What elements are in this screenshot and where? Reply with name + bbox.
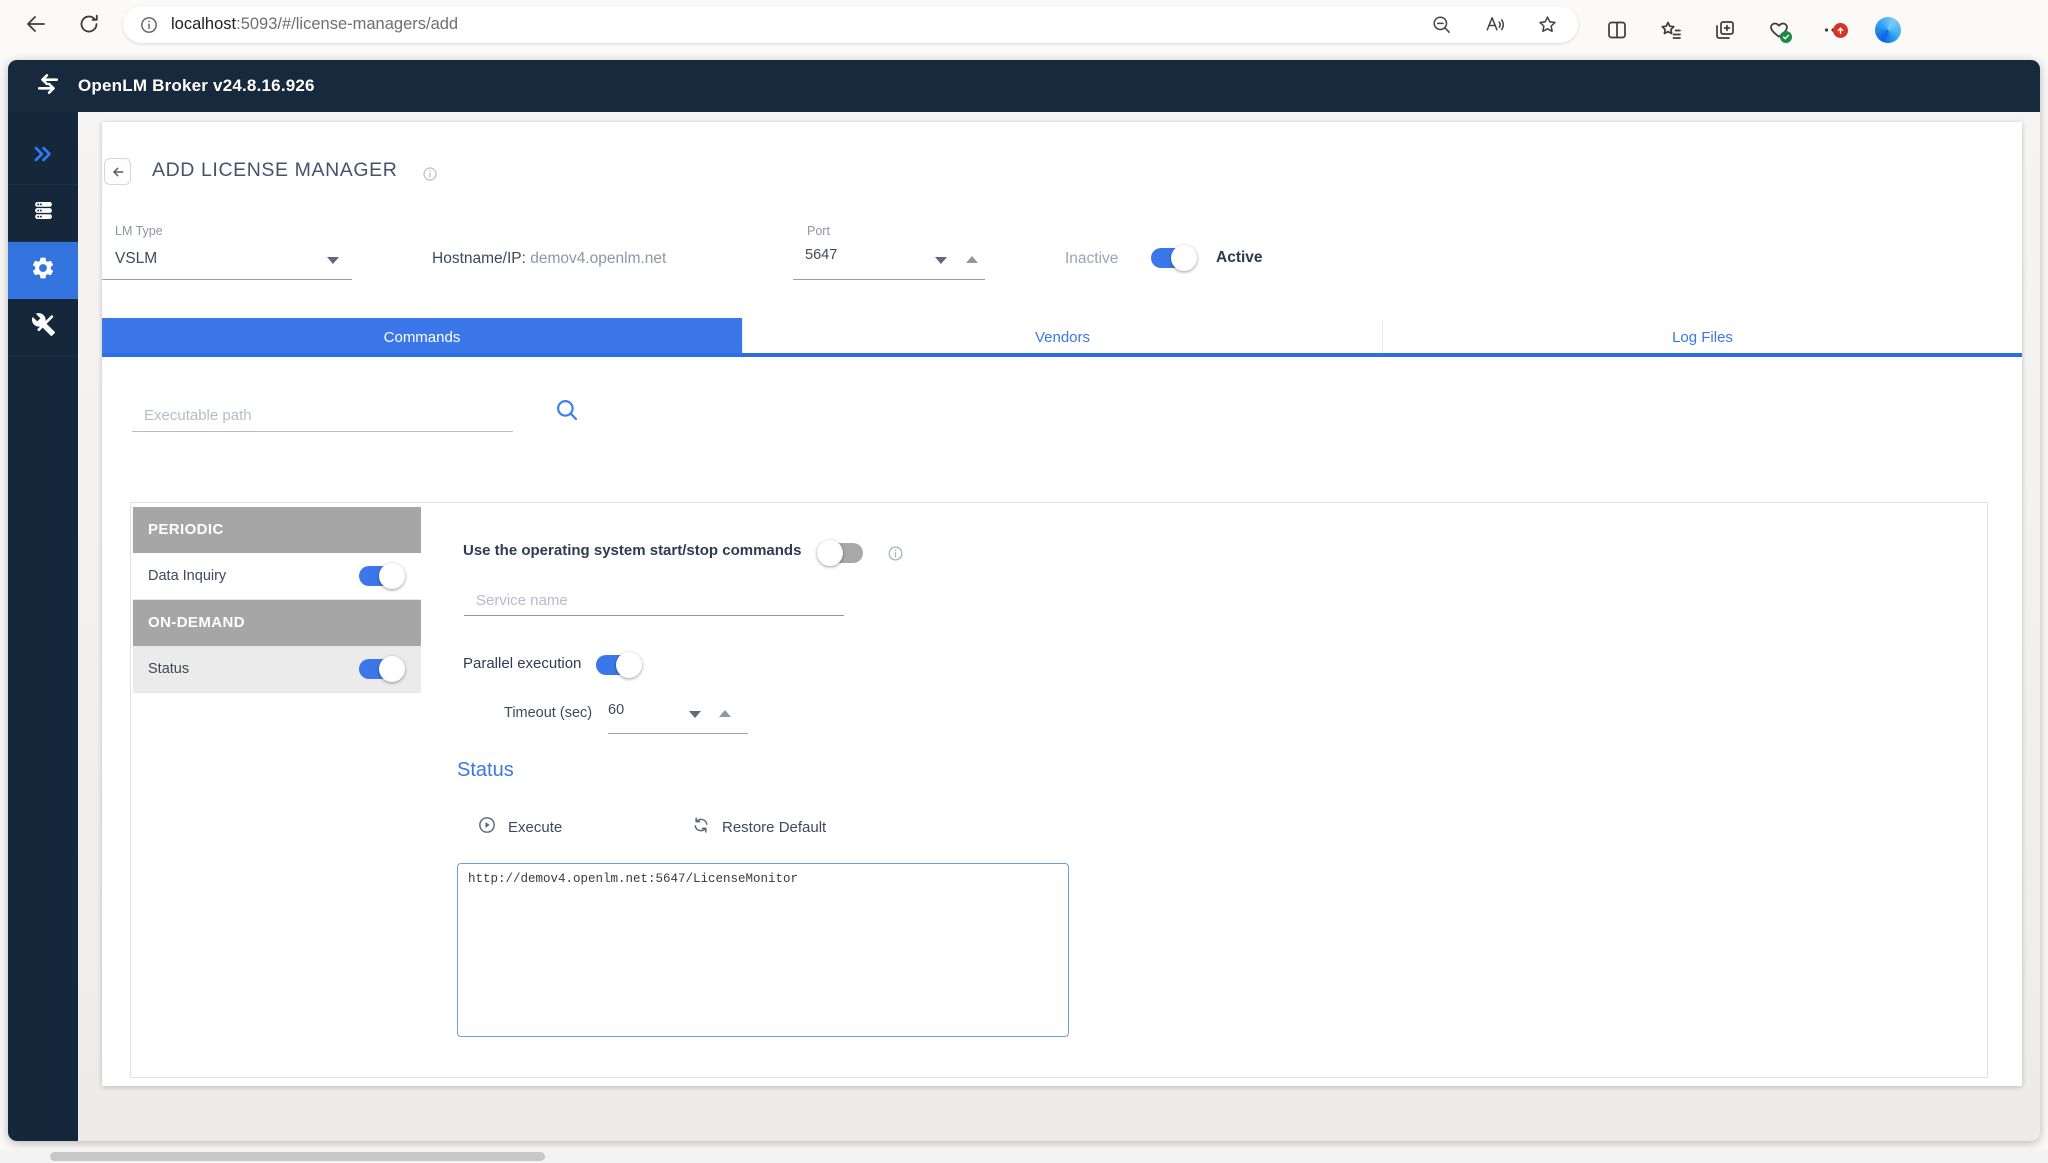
address-bar[interactable]: localhost:5093/#/license-managers/add bbox=[123, 6, 1578, 43]
sidebar-item-tools[interactable] bbox=[8, 299, 78, 356]
execute-button[interactable]: Execute bbox=[477, 815, 562, 839]
sidebar bbox=[8, 112, 78, 1141]
gear-icon bbox=[30, 255, 56, 286]
collections-icon[interactable] bbox=[1713, 18, 1737, 42]
sidebar-item-license-managers[interactable] bbox=[8, 185, 78, 242]
zoom-out-icon[interactable] bbox=[1430, 13, 1454, 37]
url-text: localhost:5093/#/license-managers/add bbox=[171, 15, 458, 34]
browser-back-icon[interactable] bbox=[24, 12, 48, 36]
hostname-label: Hostname/IP: bbox=[432, 250, 526, 267]
timeout-input[interactable] bbox=[608, 702, 678, 718]
browser-essentials-icon[interactable] bbox=[1767, 18, 1791, 42]
scrollbar-thumb[interactable] bbox=[50, 1152, 545, 1161]
port-underline bbox=[793, 279, 985, 280]
tab-log-files[interactable]: Log Files bbox=[1382, 318, 2022, 353]
site-info-icon[interactable] bbox=[139, 15, 159, 35]
timeout-decrement-icon[interactable] bbox=[689, 711, 701, 718]
executable-path-input[interactable] bbox=[132, 394, 513, 431]
update-badge bbox=[1833, 23, 1848, 38]
lm-type-value[interactable]: VSLM bbox=[115, 250, 157, 268]
tab-vendors[interactable]: Vendors bbox=[742, 318, 1382, 353]
os-commands-toggle[interactable] bbox=[819, 543, 863, 563]
timeout-increment-icon[interactable] bbox=[719, 710, 731, 717]
server-stack-icon bbox=[31, 198, 56, 228]
refresh-icon bbox=[691, 815, 711, 839]
tab-commands[interactable]: Commands bbox=[102, 318, 742, 353]
command-list: PERIODIC Data Inquiry ON-DEMAND Status bbox=[133, 507, 421, 693]
group-header-on-demand: ON-DEMAND bbox=[133, 600, 421, 646]
title-info-icon[interactable] bbox=[422, 166, 438, 187]
restore-default-button[interactable]: Restore Default bbox=[691, 815, 826, 839]
commands-panel: PERIODIC Data Inquiry ON-DEMAND Status U… bbox=[130, 502, 1988, 1078]
timeout-label: Timeout (sec) bbox=[504, 705, 592, 721]
toggle-knob bbox=[616, 652, 642, 678]
main-content: ADD LICENSE MANAGER LM Type VSLM Hostnam… bbox=[78, 112, 2040, 1141]
browser-refresh-icon[interactable] bbox=[77, 12, 101, 36]
toggle-knob bbox=[817, 540, 843, 566]
app-title: OpenLM Broker v24.8.16.926 bbox=[78, 76, 315, 96]
port-increment-icon[interactable] bbox=[966, 256, 978, 263]
toggle-knob bbox=[1171, 245, 1197, 271]
browser-toolbar: localhost:5093/#/license-managers/add bbox=[0, 0, 2048, 60]
search-icon[interactable] bbox=[553, 396, 581, 429]
back-button[interactable] bbox=[104, 158, 131, 185]
favorite-star-icon[interactable] bbox=[1536, 13, 1560, 37]
hostname-field: Hostname/IP: demov4.openlm.net bbox=[432, 250, 666, 268]
screen: localhost:5093/#/license-managers/add bbox=[0, 0, 2048, 1163]
restore-default-label: Restore Default bbox=[722, 819, 826, 836]
horizontal-scrollbar bbox=[0, 1150, 2048, 1163]
read-aloud-icon[interactable] bbox=[1483, 13, 1507, 37]
port-input[interactable] bbox=[805, 247, 895, 263]
timeout-underline bbox=[608, 733, 748, 734]
active-label: Active bbox=[1216, 249, 1263, 267]
parallel-execution-toggle[interactable] bbox=[596, 655, 640, 675]
url-host: localhost bbox=[171, 15, 236, 33]
play-circle-icon bbox=[477, 815, 497, 839]
browser-actions bbox=[1605, 0, 1901, 60]
lm-type-dropdown-icon[interactable] bbox=[327, 257, 339, 264]
essentials-check-badge bbox=[1780, 31, 1792, 43]
group-header-periodic: PERIODIC bbox=[133, 507, 421, 553]
app-header: OpenLM Broker v24.8.16.926 bbox=[8, 60, 2040, 112]
openlm-logo-icon bbox=[35, 71, 61, 102]
service-name-field bbox=[464, 573, 844, 616]
command-url-textarea[interactable]: http://demov4.openlm.net:5647/LicenseMon… bbox=[457, 863, 1069, 1037]
sidebar-expand-button[interactable] bbox=[8, 128, 78, 185]
tab-strip: Commands Vendors Log Files bbox=[102, 318, 2022, 357]
service-name-input[interactable] bbox=[464, 573, 844, 615]
lm-type-underline bbox=[102, 279, 352, 280]
command-row-label: Status bbox=[148, 661, 189, 677]
executable-path-field bbox=[132, 394, 513, 432]
page-title: ADD LICENSE MANAGER bbox=[152, 159, 397, 182]
command-row-status[interactable]: Status bbox=[133, 646, 421, 693]
url-path: :5093/#/license-managers/add bbox=[236, 15, 458, 33]
command-row-label: Data Inquiry bbox=[148, 568, 226, 584]
add-license-manager-card: ADD LICENSE MANAGER LM Type VSLM Hostnam… bbox=[102, 122, 2022, 1086]
parallel-execution-label: Parallel execution bbox=[463, 655, 581, 672]
lm-type-label: LM Type bbox=[115, 224, 163, 238]
data-inquiry-toggle[interactable] bbox=[359, 566, 403, 586]
os-commands-label: Use the operating system start/stop comm… bbox=[463, 542, 801, 559]
port-label: Port bbox=[807, 224, 830, 238]
execute-label: Execute bbox=[508, 819, 562, 836]
active-toggle[interactable] bbox=[1151, 248, 1195, 268]
hostname-value: demov4.openlm.net bbox=[526, 250, 666, 267]
favorites-list-icon[interactable] bbox=[1659, 18, 1683, 42]
app-window: OpenLM Broker v24.8.16.926 bbox=[8, 60, 2040, 1141]
toggle-knob bbox=[379, 563, 405, 589]
browser-menu-icon[interactable] bbox=[1821, 18, 1845, 42]
double-chevron-right-icon bbox=[30, 141, 56, 172]
port-decrement-icon[interactable] bbox=[935, 257, 947, 264]
sidebar-item-settings[interactable] bbox=[8, 242, 78, 299]
command-row-data-inquiry[interactable]: Data Inquiry bbox=[133, 553, 421, 600]
inactive-label: Inactive bbox=[1065, 250, 1118, 268]
split-screen-icon[interactable] bbox=[1605, 18, 1629, 42]
status-toggle[interactable] bbox=[359, 659, 403, 679]
tools-icon bbox=[31, 312, 56, 342]
toggle-knob bbox=[379, 656, 405, 682]
command-section-title: Status bbox=[457, 759, 514, 782]
os-commands-info-icon[interactable] bbox=[887, 545, 904, 567]
copilot-icon[interactable] bbox=[1875, 17, 1901, 43]
